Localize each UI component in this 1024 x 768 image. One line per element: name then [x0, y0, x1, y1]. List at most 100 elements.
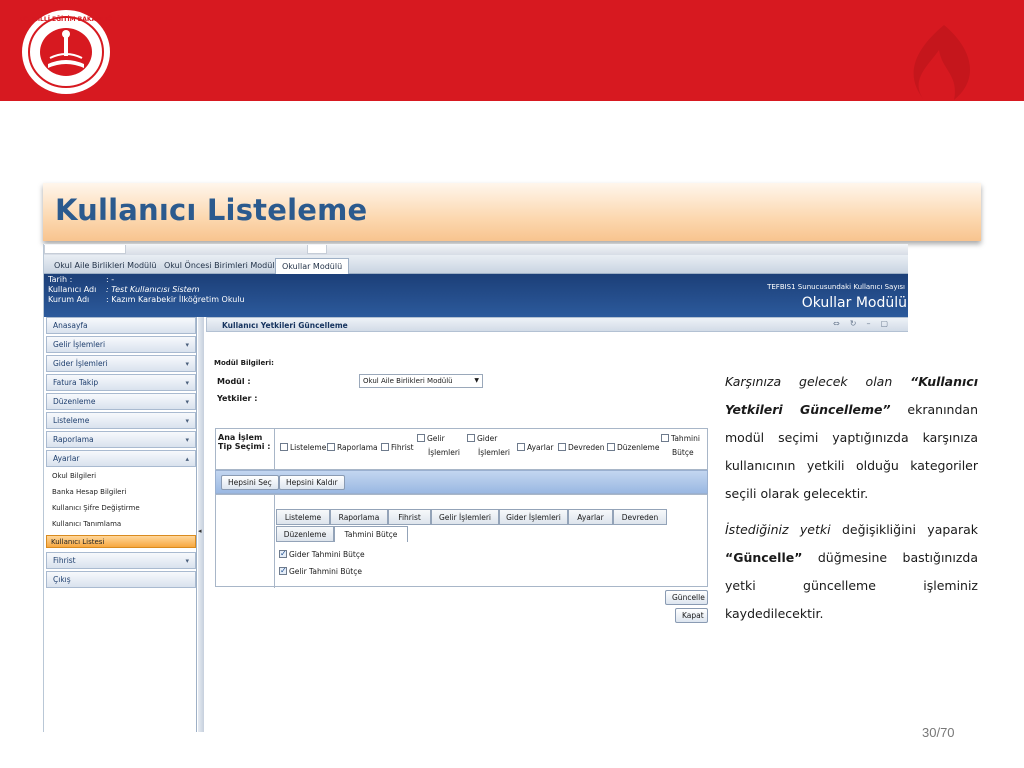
checkbox-gelir-tahmini-butce[interactable]: Gelir Tahmini Bütçe — [279, 564, 362, 579]
collapse-arrow-icon[interactable]: ◂ — [198, 527, 202, 535]
tab-okullar[interactable]: Okullar Modülü — [275, 258, 350, 274]
checkbox-gider-islemleri[interactable]: Gider İşlemleri — [467, 432, 510, 460]
sidebar: Anasayfa Gelir İşlemleri ▾ Gider İşlemler… — [44, 317, 197, 732]
checkbox-label: Düzenleme — [617, 443, 660, 452]
sidebar-item-duzenleme[interactable]: Düzenleme ▾ — [46, 393, 196, 410]
inner-tab-fihrist[interactable]: Fihrist — [388, 509, 431, 525]
hepsini-sec-button[interactable]: Hepsini Seç — [221, 475, 279, 490]
dropdown-arrow-icon: ▼ — [474, 377, 479, 384]
panel-header: Kullanıcı Yetkileri Güncelleme ⇔↻–▢ — [206, 317, 908, 332]
section-label: Modül Bilgileri: — [214, 359, 274, 367]
sidebar-item-gelir-islemleri[interactable]: Gelir İşlemleri ▾ — [46, 336, 196, 353]
checkbox-fihrist[interactable]: Fihrist — [381, 441, 414, 455]
chevron-down-icon: ▾ — [185, 436, 189, 444]
strip-tab — [307, 245, 327, 254]
checkbox-label-line2: Bütçe — [672, 448, 694, 457]
checkbox-tahmini-butce[interactable]: Tahmini Bütçe — [661, 432, 700, 460]
sidebar-item-fihrist[interactable]: Fihrist ▾ — [46, 552, 196, 569]
panel-title: Kullanıcı Yetkileri Güncelleme — [222, 321, 348, 330]
sidebar-item-cikis[interactable]: Çıkış — [46, 571, 196, 588]
flame-watermark — [913, 25, 971, 100]
inner-tab-devreden[interactable]: Devreden — [613, 509, 667, 525]
sidebar-sub-kullanici-listesi[interactable]: Kullanıcı Listesi — [46, 535, 196, 548]
checkbox-icon — [558, 443, 566, 451]
inner-tab-raporlama[interactable]: Raporlama — [330, 509, 388, 525]
module-title: Okullar Modülü — [801, 295, 907, 311]
sidebar-item-anasayfa[interactable]: Anasayfa — [46, 317, 196, 334]
checkbox-checked-icon — [279, 547, 287, 561]
slide-title: Kullanıcı Listeleme — [55, 193, 368, 227]
checkbox-checked-icon — [279, 564, 287, 578]
sidebar-item-ayarlar[interactable]: Ayarlar ▴ — [46, 450, 196, 467]
desc-p2-a: İstediğiniz yetki — [725, 522, 831, 537]
checkbox-icon — [607, 443, 615, 451]
sidebar-item-label: Çıkış — [53, 575, 71, 584]
checkbox-gider-tahmini-butce[interactable]: Gider Tahmini Bütçe — [279, 547, 365, 562]
kurum-value: : Kazım Karabekir İlköğretim Okulu — [106, 295, 245, 304]
ana-islem-line1: Ana İşlem — [218, 433, 263, 442]
modul-select-value: Okul Aile Birlikleri Modülü — [363, 377, 453, 385]
fieldset-divider — [274, 429, 275, 471]
sidebar-item-label: Anasayfa — [53, 321, 88, 330]
sidebar-item-listeleme[interactable]: Listeleme ▾ — [46, 412, 196, 429]
kurum-label: Kurum Adı — [48, 295, 90, 304]
window-controls-icon[interactable]: ⇔↻–▢ — [833, 319, 898, 328]
header-band: T.C. MİLLÎ EĞİTİM BAKANLIĞI — [0, 0, 1024, 101]
user-info-bar: Tarih : : - Kullanıcı Adı : Test Kullanı… — [44, 274, 908, 317]
guncelle-button[interactable]: Güncelle — [665, 590, 708, 605]
inner-tab-gelir-islemleri[interactable]: Gelir İşlemleri — [431, 509, 499, 525]
checkbox-icon — [517, 443, 525, 451]
checkbox-icon — [381, 443, 389, 451]
yetkiler-label: Yetkiler : — [217, 394, 258, 403]
kullanici-value-wrap: : Test Kullanıcısı Sistem — [106, 285, 200, 295]
checkbox-raporlama[interactable]: Raporlama — [327, 441, 378, 455]
sidebar-item-gider-islemleri[interactable]: Gider İşlemleri ▾ — [46, 355, 196, 372]
checkbox-gelir-islemleri[interactable]: Gelir İşlemleri — [417, 432, 460, 460]
strip-tab — [44, 245, 126, 254]
sidebar-item-label: Raporlama — [53, 435, 94, 444]
description-paragraph-1: Karşınıza gelecek olan “Kullanıcı Yetkil… — [725, 368, 978, 508]
checkbox-label: Gelir — [427, 434, 445, 443]
inner-tab-tahmini-butce[interactable]: Tahmini Bütçe — [334, 526, 408, 542]
inner-tab-listeleme[interactable]: Listeleme — [276, 509, 330, 525]
sidebar-sub-kullanici-tanimlama[interactable]: Kullanıcı Tanımlama — [52, 520, 121, 528]
checkbox-icon — [327, 443, 335, 451]
sidebar-item-raporlama[interactable]: Raporlama ▾ — [46, 431, 196, 448]
sidebar-sub-banka-hesap[interactable]: Banka Hesap Bilgileri — [52, 488, 126, 496]
checkbox-listeleme[interactable]: Listeleme — [280, 441, 326, 455]
desc-p1-a: Karşınıza gelecek olan — [725, 374, 911, 389]
slide-title-bar: Kullanıcı Listeleme — [43, 183, 981, 241]
checkbox-label: Fihrist — [391, 443, 414, 452]
sidebar-splitter[interactable]: ◂ — [198, 317, 204, 732]
checkbox-label: Ayarlar — [527, 443, 554, 452]
sidebar-sub-okul-bilgileri[interactable]: Okul Bilgileri — [52, 472, 96, 480]
server-user-count: TEFBIS1 Sunucusundaki Kullanıcı Sayısı — [767, 283, 905, 291]
chevron-down-icon: ▾ — [185, 379, 189, 387]
tab-okul-oncesi[interactable]: Okul Öncesi Birimleri Modülü — [158, 258, 286, 274]
description-paragraph-2: İstediğiniz yetki değişikliğini yaparak … — [725, 516, 978, 628]
inner-tab-duzenleme[interactable]: Düzenleme — [276, 526, 334, 542]
checkbox-label-line2: İşlemleri — [478, 448, 510, 457]
kapat-button[interactable]: Kapat — [675, 608, 708, 623]
checkbox-icon — [661, 434, 669, 442]
modul-select[interactable]: Okul Aile Birlikleri Modülü ▼ — [359, 374, 483, 388]
chevron-down-icon: ▾ — [185, 557, 189, 565]
kullanici-label: Kullanıcı Adı — [48, 285, 97, 294]
kullanici-value: : Test Kullanıcısı Sistem — [106, 285, 200, 294]
box-divider — [274, 495, 275, 588]
sidebar-item-fatura-takip[interactable]: Fatura Takip ▾ — [46, 374, 196, 391]
inner-tab-ayarlar[interactable]: Ayarlar — [568, 509, 613, 525]
tab-okul-aile[interactable]: Okul Aile Birlikleri Modülü — [48, 258, 162, 274]
checkbox-ayarlar[interactable]: Ayarlar — [517, 441, 554, 455]
window-top-strip — [44, 244, 908, 255]
checkbox-devreden[interactable]: Devreden — [558, 441, 605, 455]
ana-islem-label: Ana İşlem Tip Seçimi : — [218, 433, 270, 451]
sidebar-sub-sifre-degistirme[interactable]: Kullanıcı Şifre Değiştirme — [52, 504, 140, 512]
page-number: 30/70 — [922, 725, 955, 740]
inner-tab-gider-islemleri[interactable]: Gider İşlemleri — [499, 509, 568, 525]
tarih-label: Tarih : — [48, 275, 73, 284]
hepsini-kaldir-button[interactable]: Hepsini Kaldır — [279, 475, 345, 490]
checkbox-label-line2: İşlemleri — [428, 448, 460, 457]
checkbox-label: Raporlama — [337, 443, 378, 452]
checkbox-duzenleme[interactable]: Düzenleme — [607, 441, 659, 455]
